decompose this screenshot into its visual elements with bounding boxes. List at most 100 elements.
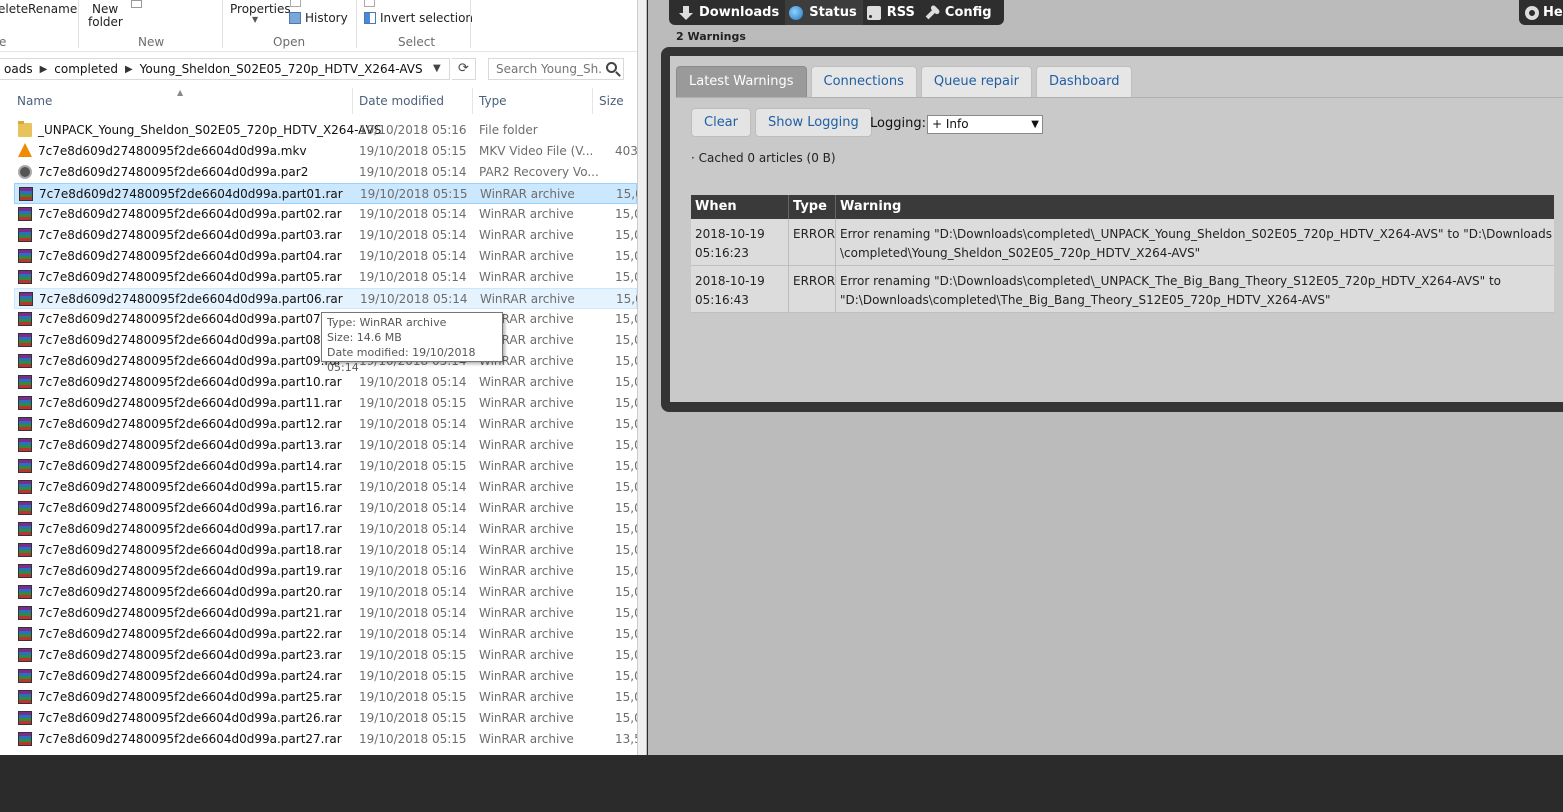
nav-downloads[interactable]: Downloads xyxy=(675,0,785,25)
column-divider[interactable] xyxy=(352,88,353,114)
tooltip-date: Date modified: 19/10/2018 05:14 xyxy=(327,346,476,374)
file-date-modified: 19/10/2018 05:14 xyxy=(359,228,467,242)
tab-dashboard[interactable]: Dashboard xyxy=(1035,66,1133,98)
column-header-type[interactable]: Type xyxy=(479,94,507,108)
table-row[interactable]: _UNPACK_Young_Sheldon_S02E05_720p_HDTV_X… xyxy=(14,120,637,141)
file-name: 7c7e8d609d27480095f2de6604d0d99a.part26.… xyxy=(38,711,342,725)
table-header-when: When xyxy=(691,195,789,219)
clear-button[interactable]: Clear xyxy=(691,108,751,137)
table-row[interactable]: 7c7e8d609d27480095f2de6604d0d99a.part15.… xyxy=(14,477,637,498)
table-row[interactable]: 7c7e8d609d27480095f2de6604d0d99a.part06.… xyxy=(14,288,637,309)
breadcrumb-downloads[interactable]: oads xyxy=(0,62,38,76)
file-date-modified: 19/10/2018 05:14 xyxy=(359,438,467,452)
table-row[interactable]: 7c7e8d609d27480095f2de6604d0d99a.part04.… xyxy=(14,246,637,267)
properties-dropdown-arrow-icon[interactable]: ▼ xyxy=(252,15,258,24)
new-folder-button-line1[interactable]: New xyxy=(92,2,118,16)
search-box[interactable] xyxy=(488,58,624,80)
winrar-icon xyxy=(18,522,32,536)
table-row[interactable]: 7c7e8d609d27480095f2de6604d0d99a.part26.… xyxy=(14,708,637,729)
table-row[interactable]: 7c7e8d609d27480095f2de6604d0d99a.part01.… xyxy=(14,183,637,204)
breadcrumb-completed[interactable]: completed xyxy=(49,62,123,76)
warning-count[interactable]: 2 Warnings xyxy=(676,30,746,43)
address-bar[interactable]: oads ▶ completed ▶ Young_Sheldon_S02E05_… xyxy=(0,58,450,80)
select-none-icon[interactable] xyxy=(364,0,379,8)
file-size: 15,0 xyxy=(615,459,637,473)
file-name: 7c7e8d609d27480095f2de6604d0d99a.part14.… xyxy=(38,459,342,473)
column-header-name[interactable]: Name xyxy=(17,94,52,108)
file-size: 15,0 xyxy=(615,690,637,704)
column-header-size[interactable]: Size xyxy=(599,94,624,108)
file-size: 15,0 xyxy=(616,187,637,201)
tab-latest-warnings[interactable]: Latest Warnings xyxy=(676,66,807,98)
breadcrumb-current-folder[interactable]: Young_Sheldon_S02E05_720p_HDTV_X264-AVS xyxy=(135,62,428,76)
table-row[interactable]: 7c7e8d609d27480095f2de6604d0d99a.part05.… xyxy=(14,267,637,288)
table-row[interactable]: 7c7e8d609d27480095f2de6604d0d99a.part12.… xyxy=(14,414,637,435)
table-row[interactable]: 7c7e8d609d27480095f2de6604d0d99a.part23.… xyxy=(14,645,637,666)
table-row[interactable]: 7c7e8d609d27480095f2de6604d0d99a.part11.… xyxy=(14,393,637,414)
winrar-icon xyxy=(18,501,32,515)
search-input[interactable] xyxy=(489,59,601,79)
tab-connections[interactable]: Connections xyxy=(810,66,917,98)
table-row[interactable]: 7c7e8d609d27480095f2de6604d0d99a.part14.… xyxy=(14,456,637,477)
rename-button[interactable]: Rename xyxy=(28,2,77,16)
edit-icon[interactable] xyxy=(290,0,305,8)
table-row[interactable]: 7c7e8d609d27480095f2de6604d0d99a.part10.… xyxy=(14,372,637,393)
window-splitter[interactable] xyxy=(637,0,647,755)
address-row: oads ▶ completed ▶ Young_Sheldon_S02E05_… xyxy=(0,58,637,82)
breadcrumb-chevron-icon[interactable]: ▶ xyxy=(123,64,135,75)
tab-queue-repair[interactable]: Queue repair xyxy=(920,66,1032,98)
table-row[interactable]: 7c7e8d609d27480095f2de6604d0d99a.mkv 19/1… xyxy=(14,141,637,162)
file-size: 15,0 xyxy=(615,543,637,557)
file-name: 7c7e8d609d27480095f2de6604d0d99a.part07.… xyxy=(38,312,342,326)
nav-config[interactable]: Config xyxy=(921,0,998,25)
file-name: 7c7e8d609d27480095f2de6604d0d99a.part12.… xyxy=(38,417,342,431)
table-row[interactable]: 7c7e8d609d27480095f2de6604d0d99a.part24.… xyxy=(14,666,637,687)
table-row[interactable]: 7c7e8d609d27480095f2de6604d0d99a.part20.… xyxy=(14,582,637,603)
table-row[interactable]: 7c7e8d609d27480095f2de6604d0d99a.par2 19/… xyxy=(14,162,637,183)
refresh-button[interactable]: ⟳ xyxy=(452,58,476,80)
table-row[interactable]: 7c7e8d609d27480095f2de6604d0d99a.part18.… xyxy=(14,540,637,561)
help-button[interactable]: Hel xyxy=(1519,0,1563,25)
address-history-dropdown-icon[interactable]: ▼ xyxy=(433,63,441,74)
wrench-icon xyxy=(922,3,942,23)
file-name: 7c7e8d609d27480095f2de6604d0d99a.part27.… xyxy=(38,732,342,746)
history-button[interactable]: History xyxy=(289,11,348,25)
file-name: 7c7e8d609d27480095f2de6604d0d99a.part20.… xyxy=(38,585,342,599)
table-row[interactable]: 7c7e8d609d27480095f2de6604d0d99a.part17.… xyxy=(14,519,637,540)
globe-icon xyxy=(789,5,804,20)
table-row[interactable]: 7c7e8d609d27480095f2de6604d0d99a.part13.… xyxy=(14,435,637,456)
search-icon[interactable] xyxy=(606,62,617,73)
column-divider[interactable] xyxy=(592,88,593,114)
file-name: 7c7e8d609d27480095f2de6604d0d99a.part15.… xyxy=(38,480,342,494)
breadcrumb-chevron-icon[interactable]: ▶ xyxy=(38,64,50,75)
file-name: 7c7e8d609d27480095f2de6604d0d99a.part16.… xyxy=(38,501,342,515)
show-logging-button[interactable]: Show Logging xyxy=(755,108,872,137)
logging-level-select[interactable]: + Info ▼ xyxy=(927,115,1043,134)
table-row[interactable]: 7c7e8d609d27480095f2de6604d0d99a.part25.… xyxy=(14,687,637,708)
table-row[interactable]: 7c7e8d609d27480095f2de6604d0d99a.part22.… xyxy=(14,624,637,645)
nav-rss[interactable]: RSS xyxy=(863,0,921,25)
warning-message: Error renaming "D:\Downloads\completed\_… xyxy=(836,266,1554,313)
winrar-icon xyxy=(18,627,32,641)
table-row[interactable]: 7c7e8d609d27480095f2de6604d0d99a.part27.… xyxy=(14,729,637,750)
file-size: 15,0 xyxy=(615,207,637,221)
winrar-icon xyxy=(18,396,32,410)
file-type: WinRAR archive xyxy=(479,606,574,620)
ribbon-group-select-label: Select xyxy=(398,35,436,49)
table-row[interactable]: 7c7e8d609d27480095f2de6604d0d99a.part03.… xyxy=(14,225,637,246)
properties-button[interactable]: Properties xyxy=(230,2,291,16)
table-row[interactable]: 7c7e8d609d27480095f2de6604d0d99a.part16.… xyxy=(14,498,637,519)
logging-level-value: + Info xyxy=(932,117,969,131)
table-row[interactable]: 7c7e8d609d27480095f2de6604d0d99a.part02.… xyxy=(14,204,637,225)
column-header-date-modified[interactable]: Date modified xyxy=(359,94,444,108)
easy-access-checkbox-icon[interactable] xyxy=(131,0,146,9)
nav-status[interactable]: Status xyxy=(785,0,863,25)
table-row[interactable]: 7c7e8d609d27480095f2de6604d0d99a.part21.… xyxy=(14,603,637,624)
invert-selection-button[interactable]: Invert selection xyxy=(364,11,473,25)
history-label: History xyxy=(305,11,348,25)
new-folder-button-line2[interactable]: folder xyxy=(88,15,123,29)
delete-button[interactable]: elete xyxy=(0,2,28,16)
table-row[interactable]: 7c7e8d609d27480095f2de6604d0d99a.part19.… xyxy=(14,561,637,582)
column-divider[interactable] xyxy=(472,88,473,114)
file-type: WinRAR archive xyxy=(479,627,574,641)
